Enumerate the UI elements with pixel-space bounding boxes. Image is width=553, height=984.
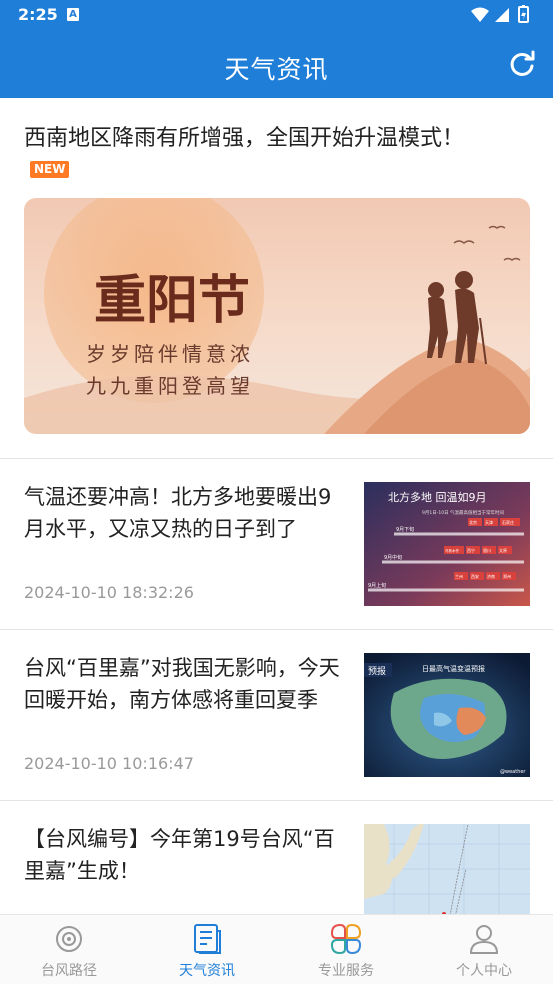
thumb-tag: 预报 xyxy=(368,665,386,677)
featured-headline: 西南地区降雨有所增强，全国开始升温模式！ xyxy=(24,126,465,151)
tab-professional-services[interactable]: 专业服务 xyxy=(277,915,415,984)
news-item[interactable]: 【台风编号】今年第19号台风“百里嘉”生成！ xyxy=(0,801,553,914)
thumb-chip: 天津 xyxy=(485,519,493,525)
refresh-icon[interactable] xyxy=(508,50,536,78)
thumb-heading: 日最高气温变温预报 xyxy=(422,664,485,673)
thumb-chip: 西安 xyxy=(471,573,479,579)
app-header: 天气资讯 xyxy=(0,30,553,98)
news-icon xyxy=(194,924,221,954)
tab-label: 天气资讯 xyxy=(179,963,235,979)
thumb-chip: 石家庄 xyxy=(502,519,514,525)
new-badge: NEW xyxy=(30,161,70,178)
festival-title: 重阳节 xyxy=(94,270,250,331)
news-item[interactable]: 台风“百里嘉”对我国无影响，今天回暖开始，南方体感将重回夏季 2024-10-1… xyxy=(0,630,553,800)
profile-icon xyxy=(469,925,499,954)
tab-label: 专业服务 xyxy=(318,963,374,979)
thumb-chip: 北京 xyxy=(469,519,477,525)
temperature-map-thumbnail: 预报 日最高气温变温预报 @weather xyxy=(364,653,530,777)
thumb-row-label: 9月上旬 xyxy=(368,582,386,589)
thumb-chip: 西宁 xyxy=(467,547,475,553)
system-status-icons xyxy=(471,5,529,23)
tab-label: 台风路径 xyxy=(41,963,97,979)
news-thumbnail[interactable]: 北方多地 回温如9月 9月1日-10日 气温最高值相当于常年时间 9月下旬 北京… xyxy=(364,482,530,606)
tab-weather-news[interactable]: 天气资讯 xyxy=(138,915,276,984)
temperature-chart-thumbnail: 北方多地 回温如9月 9月1日-10日 气温最高值相当于常年时间 9月下旬 北京… xyxy=(364,482,530,606)
thumb-chip: 济南 xyxy=(487,573,495,579)
news-thumbnail[interactable] xyxy=(364,824,530,914)
news-item[interactable]: 气温还要冲高！北方多地要暖出9月水平，又凉又热的日子到了 2024-10-10 … xyxy=(0,459,553,629)
featured-banner-image[interactable]: 重阳节 岁岁陪伴情意浓 九九重阳登高望 xyxy=(24,198,530,434)
thumb-row-label: 9月下旬 xyxy=(396,526,414,533)
news-timestamp: 2024-10-10 10:16:47 xyxy=(24,754,194,773)
status-bar: 2:25 A xyxy=(0,0,553,30)
thumb-chip: 兰州 xyxy=(455,573,463,579)
double-ninth-festival-illustration: 重阳节 岁岁陪伴情意浓 九九重阳登高望 xyxy=(24,198,530,434)
thumb-chip: 乌鲁木齐 xyxy=(445,548,459,553)
thumb-row-label: 9月中旬 xyxy=(384,554,402,561)
featured-article[interactable]: 西南地区降雨有所增强，全国开始升温模式！ NEW 重阳节 岁岁陪伴情意浓 九九重… xyxy=(0,98,553,458)
typhoon-icon xyxy=(56,926,82,952)
bottom-tab-bar: 台风路径 天气资讯 专业服务 个人中心 xyxy=(0,914,553,984)
news-timestamp: 2024-10-10 18:32:26 xyxy=(24,583,194,602)
thumb-subheading: 9月1日-10日 气温最高值相当于常年时间 xyxy=(422,509,505,516)
thumb-chip: 银川 xyxy=(483,547,491,553)
tab-label: 个人中心 xyxy=(456,963,512,979)
thumb-heading: 北方多地 回温如9月 xyxy=(388,490,487,504)
banner-line-2: 九九重阳登高望 xyxy=(86,374,254,398)
page-title: 天气资讯 xyxy=(224,55,329,84)
news-title: 【台风编号】今年第19号台风“百里嘉”生成！ xyxy=(24,827,335,883)
tab-typhoon-track[interactable]: 台风路径 xyxy=(0,915,138,984)
status-time: 2:25 xyxy=(18,5,58,24)
news-title: 台风“百里嘉”对我国无影响，今天回暖开始，南方体感将重回夏季 xyxy=(24,656,340,712)
tab-profile[interactable]: 个人中心 xyxy=(415,915,553,984)
news-title: 气温还要冲高！北方多地要暖出9月水平，又凉又热的日子到了 xyxy=(24,485,332,541)
news-feed[interactable]: 西南地区降雨有所增强，全国开始升温模式！ NEW 重阳节 岁岁陪伴情意浓 九九重… xyxy=(0,98,553,914)
typhoon-track-thumbnail xyxy=(364,824,530,914)
news-thumbnail[interactable]: 预报 日最高气温变温预报 @weather xyxy=(364,653,530,777)
thumb-chip: 太原 xyxy=(499,547,507,553)
banner-line-1: 岁岁陪伴情意浓 xyxy=(86,342,254,366)
thumb-credit: @weather xyxy=(500,769,526,775)
thumb-chip: 郑州 xyxy=(503,573,511,579)
services-icon xyxy=(330,923,362,955)
notification-icon: A xyxy=(67,8,79,21)
